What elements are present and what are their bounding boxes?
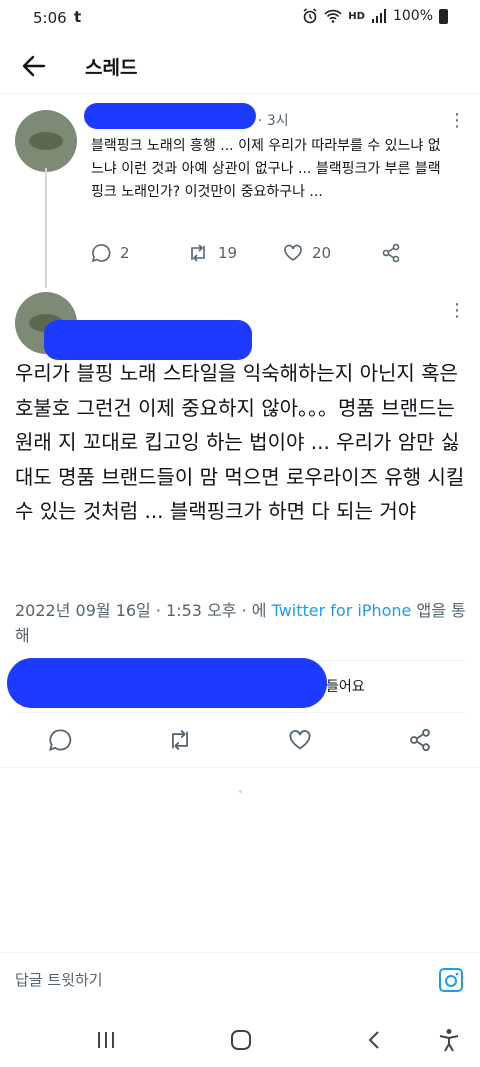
like-button[interactable]: 20	[283, 243, 331, 263]
status-indicators: HD 100%	[302, 8, 448, 24]
reply-input[interactable]: 답글 트윗하기	[15, 969, 103, 990]
home-icon[interactable]	[228, 1028, 254, 1052]
tweet-meta: 2022년 09월 16일 · 1:53 오후 · 에 Twitter for …	[15, 598, 480, 648]
tweet-date: 2022년 09월 16일	[15, 601, 151, 620]
heart-icon[interactable]	[288, 728, 312, 752]
reply-count: 2	[120, 244, 130, 262]
hd-voice-icon: HD	[348, 10, 365, 22]
like-count: 20	[312, 244, 332, 262]
reply-icon	[91, 244, 111, 263]
reply-button[interactable]: 2	[91, 243, 130, 263]
source-link[interactable]: Twitter for iPhone	[272, 601, 412, 620]
avatar-image	[29, 132, 63, 150]
accessibility-icon[interactable]	[436, 1028, 462, 1052]
thread-line	[45, 168, 47, 288]
status-time: 5:06	[33, 9, 67, 27]
avatar[interactable]	[15, 110, 77, 172]
heart-icon	[284, 244, 302, 261]
tweet-time: · 3시	[258, 113, 289, 129]
system-nav-bar	[0, 1010, 480, 1067]
tweet-time: · 1:53 오후 · 에	[155, 601, 267, 620]
carrier-icon: t	[74, 8, 82, 26]
retweet-count: 19	[218, 244, 238, 262]
tweet-text: 블랙핑크 노래의 흥행 ... 이제 우리가 따라부를 수 있느냐 없느냐 이런…	[91, 138, 441, 200]
redacted-username	[44, 320, 252, 360]
divider	[0, 767, 480, 768]
redacted-liked-by	[7, 658, 327, 708]
retweet-icon[interactable]	[167, 728, 193, 752]
battery-percent: 100%	[392, 8, 433, 24]
main-tweet-text: 우리가 블핑 노래 스타일을 익숙해하는지 아닌지 혹은 호불호 그런건 이제 …	[15, 361, 465, 523]
main-tweet-actions	[0, 722, 480, 762]
camera-icon[interactable]	[438, 967, 464, 993]
share-icon[interactable]	[408, 728, 432, 752]
signal-icon	[371, 9, 386, 23]
status-bar: 5:06 t HD 100%	[0, 0, 480, 38]
back-icon[interactable]	[362, 1028, 388, 1052]
retweet-button[interactable]: 19	[187, 243, 237, 263]
arrow-left-icon[interactable]	[20, 52, 48, 80]
likes-suffix: 들어요	[326, 679, 365, 695]
more-icon[interactable]: ⋮	[448, 110, 466, 132]
reply-bar: 답글 트윗하기	[0, 952, 480, 1008]
battery-icon	[439, 8, 448, 24]
retweet-icon	[191, 244, 205, 262]
wifi-icon	[324, 9, 342, 23]
divider	[15, 712, 465, 713]
redacted-username	[84, 103, 256, 129]
header: 스레드	[0, 40, 480, 94]
more-icon[interactable]: ⋮	[448, 300, 466, 322]
alarm-icon	[303, 8, 317, 24]
share-icon[interactable]	[381, 243, 401, 263]
page-title: 스레드	[85, 57, 138, 79]
liked-by-row[interactable]: 들어요	[7, 658, 465, 710]
loading-dot	[239, 790, 242, 793]
reply-icon[interactable]	[48, 728, 72, 752]
recent-apps-icon[interactable]	[93, 1028, 119, 1052]
tweet-actions: 2 19 20	[91, 243, 421, 267]
